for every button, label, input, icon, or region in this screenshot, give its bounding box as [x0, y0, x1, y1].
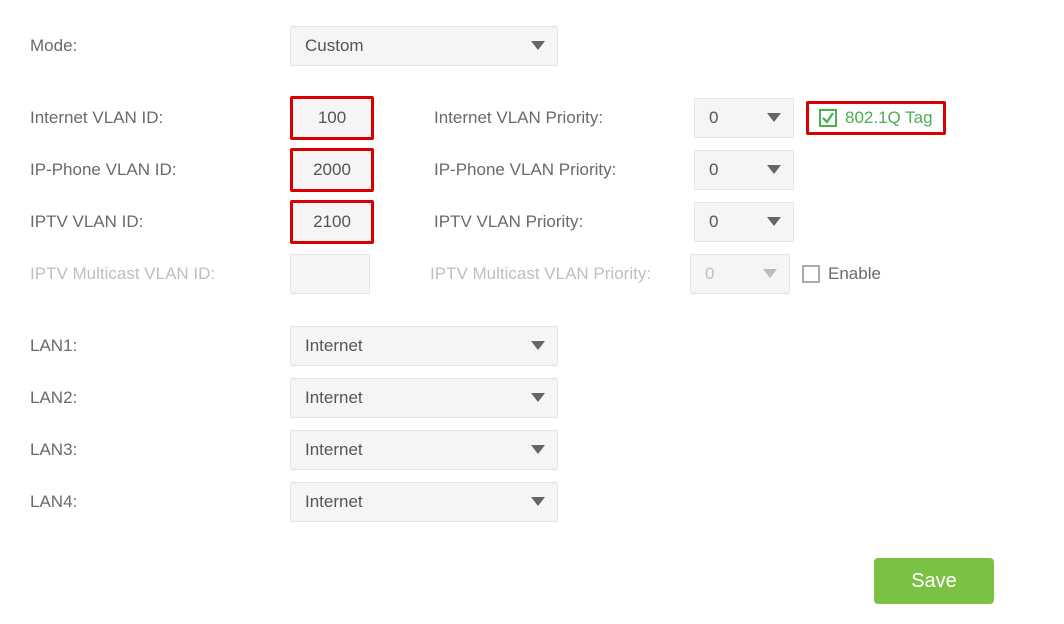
8021q-tag-label: 802.1Q Tag: [845, 108, 933, 128]
lan1-label: LAN1:: [30, 336, 290, 356]
iptv-mc-vlan-id-input: [290, 254, 370, 294]
iptv-vlan-id-value: 2100: [313, 212, 351, 232]
lan4-label: LAN4:: [30, 492, 290, 512]
ipphone-vlan-priority-label: IP-Phone VLAN Priority:: [434, 160, 694, 180]
chevron-down-icon: [767, 160, 781, 180]
iptv-vlan-priority-select[interactable]: 0: [694, 202, 794, 242]
iptv-mc-vlan-priority-label: IPTV Multicast VLAN Priority:: [430, 264, 690, 284]
ipphone-vlan-priority-value: 0: [709, 160, 718, 180]
lan3-select[interactable]: Internet: [290, 430, 558, 470]
iptv-mc-enable-label: Enable: [828, 264, 881, 284]
iptv-mc-vlan-priority-value: 0: [705, 264, 714, 284]
ipphone-vlan-id-label: IP-Phone VLAN ID:: [30, 160, 290, 180]
8021q-tag-checkbox[interactable]: [819, 109, 837, 127]
chevron-down-icon: [763, 264, 777, 284]
ipphone-vlan-id-input[interactable]: 2000: [290, 148, 374, 192]
mode-select-value: Custom: [305, 36, 364, 56]
iptv-mc-vlan-id-label: IPTV Multicast VLAN ID:: [30, 264, 290, 284]
chevron-down-icon: [767, 108, 781, 128]
chevron-down-icon: [531, 440, 545, 460]
lan3-select-value: Internet: [305, 440, 363, 460]
iptv-vlan-id-label: IPTV VLAN ID:: [30, 212, 290, 232]
lan2-select[interactable]: Internet: [290, 378, 558, 418]
chevron-down-icon: [531, 336, 545, 356]
mode-label: Mode:: [30, 36, 290, 56]
internet-vlan-id-input[interactable]: 100: [290, 96, 374, 140]
chevron-down-icon: [531, 492, 545, 512]
mode-select[interactable]: Custom: [290, 26, 558, 66]
iptv-mc-vlan-priority-select: 0: [690, 254, 790, 294]
internet-vlan-id-label: Internet VLAN ID:: [30, 108, 290, 128]
8021q-tag-group[interactable]: 802.1Q Tag: [806, 101, 946, 135]
save-button[interactable]: Save: [874, 558, 994, 604]
iptv-mc-enable-checkbox[interactable]: [802, 265, 820, 283]
iptv-vlan-priority-value: 0: [709, 212, 718, 232]
iptv-vlan-priority-label: IPTV VLAN Priority:: [434, 212, 694, 232]
lan4-select-value: Internet: [305, 492, 363, 512]
lan3-label: LAN3:: [30, 440, 290, 460]
lan1-select-value: Internet: [305, 336, 363, 356]
internet-vlan-priority-value: 0: [709, 108, 718, 128]
iptv-vlan-id-input[interactable]: 2100: [290, 200, 374, 244]
chevron-down-icon: [531, 36, 545, 56]
lan4-select[interactable]: Internet: [290, 482, 558, 522]
ipphone-vlan-priority-select[interactable]: 0: [694, 150, 794, 190]
lan1-select[interactable]: Internet: [290, 326, 558, 366]
lan2-label: LAN2:: [30, 388, 290, 408]
iptv-mc-enable-group[interactable]: Enable: [802, 264, 881, 284]
internet-vlan-priority-select[interactable]: 0: [694, 98, 794, 138]
chevron-down-icon: [767, 212, 781, 232]
lan2-select-value: Internet: [305, 388, 363, 408]
internet-vlan-priority-label: Internet VLAN Priority:: [434, 108, 694, 128]
chevron-down-icon: [531, 388, 545, 408]
internet-vlan-id-value: 100: [318, 108, 346, 128]
ipphone-vlan-id-value: 2000: [313, 160, 351, 180]
